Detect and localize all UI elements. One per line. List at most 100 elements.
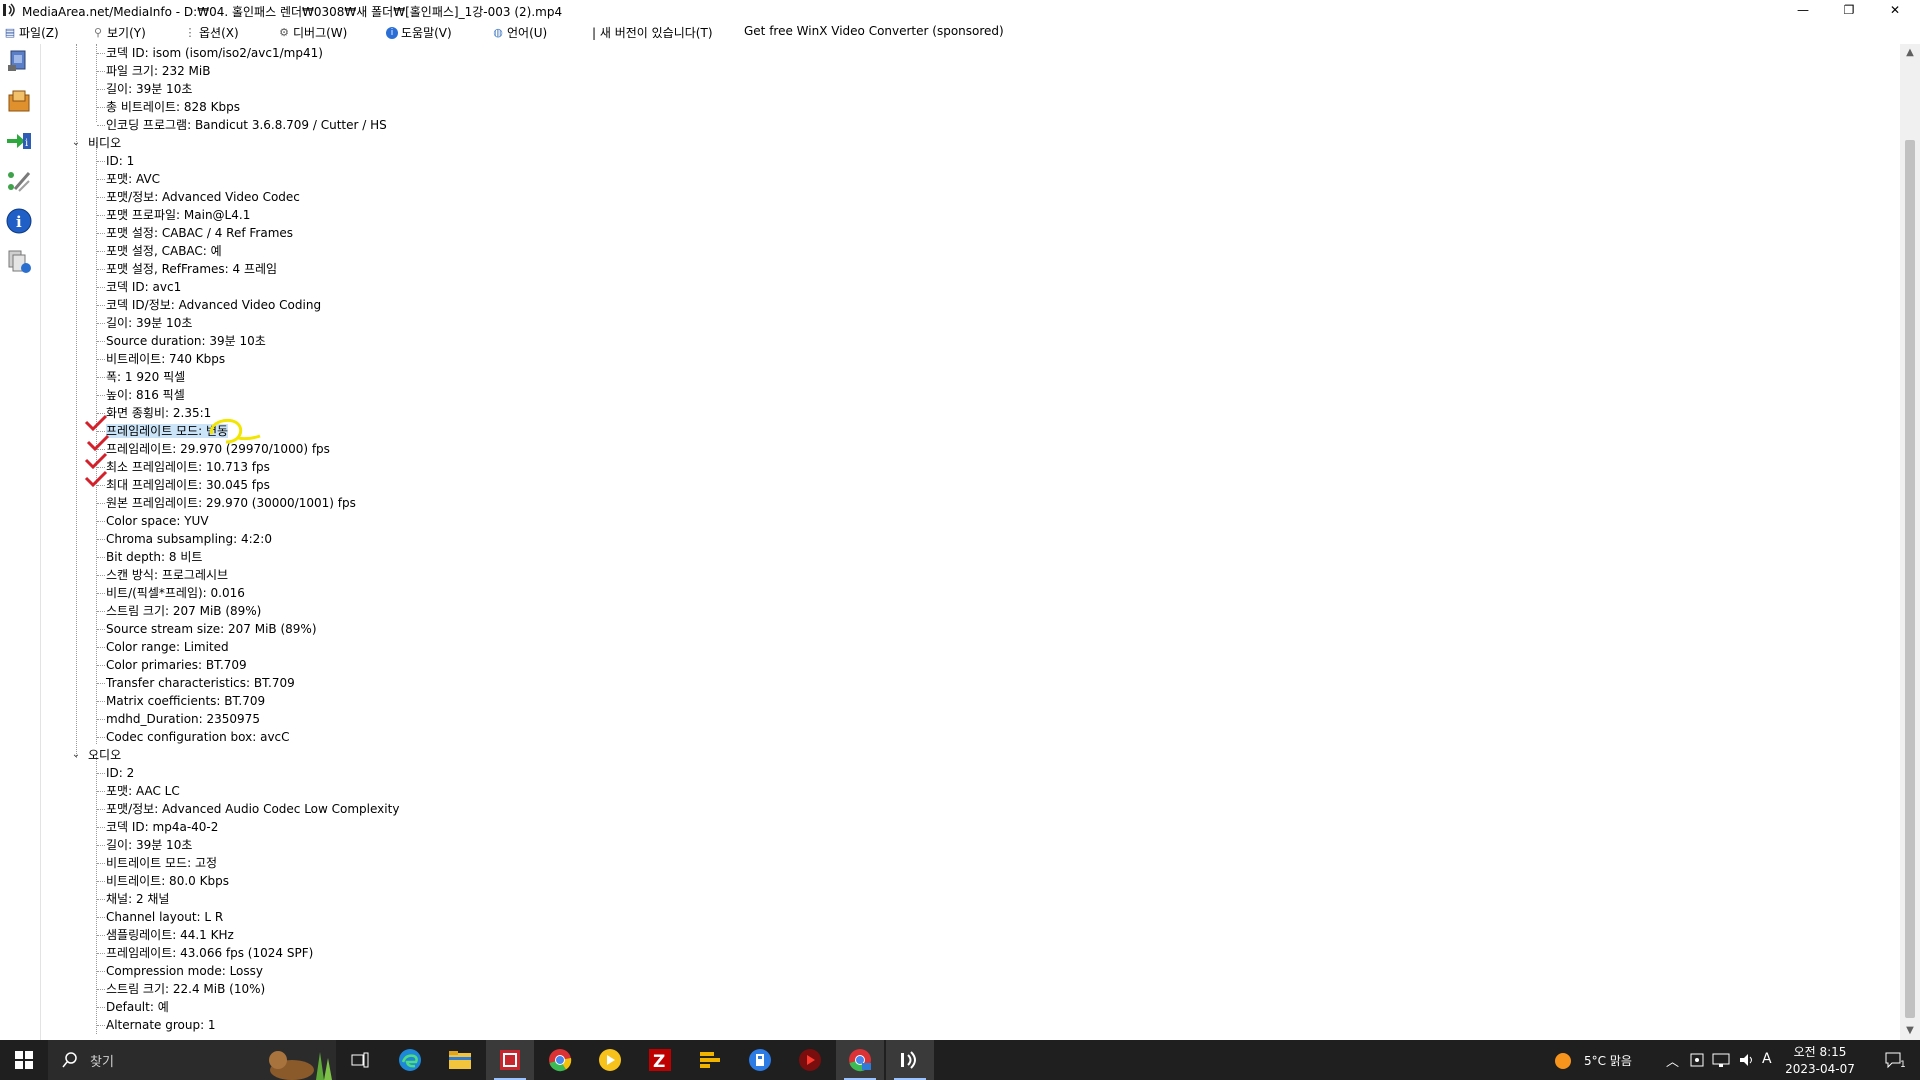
video-property-row[interactable]: Source stream size: 207 MiB (89%) <box>97 620 317 638</box>
input-language-indicator[interactable]: A <box>1762 1051 1772 1067</box>
audio-property-row[interactable]: Channel layout: L R <box>97 908 223 926</box>
open-file-tool[interactable] <box>4 46 34 76</box>
bandicut-icon <box>500 1050 520 1070</box>
video-property-row[interactable]: 코덱 ID/정보: Advanced Video Coding <box>97 296 321 314</box>
taskbar-search-box[interactable]: 찾기 <box>48 1040 336 1080</box>
audio-property-row[interactable]: Default: 예 <box>97 998 169 1016</box>
media-info-tree: 코덱 ID: isom (isom/iso2/avc1/mp41) 파일 크기:… <box>46 44 1896 1040</box>
newest-version-tool[interactable] <box>4 246 34 276</box>
video-property-row[interactable]: 원본 프레임레이트: 29.970 (30000/1001) fps <box>97 494 356 512</box>
menu-new-version[interactable]: | 새 버전이 있습니다(T) <box>592 24 713 41</box>
taskbar-chrome-profile[interactable] <box>836 1040 884 1080</box>
general-encoder-row[interactable]: 인코딩 프로그램: Bandicut 3.6.8.709 / Cutter / … <box>97 116 387 134</box>
close-button[interactable]: ✕ <box>1872 0 1918 20</box>
taskbar-filezilla[interactable]: Z <box>636 1040 684 1080</box>
export-info-tool[interactable]: i <box>4 126 34 156</box>
scroll-down-icon[interactable]: ▼ <box>1900 1022 1920 1040</box>
tree-guide-line <box>96 44 97 122</box>
audio-property-row[interactable]: 길이: 39분 10초 <box>97 836 192 854</box>
taskbar-potplayer[interactable] <box>586 1040 634 1080</box>
video-property-row[interactable]: 코덱 ID: avc1 <box>97 278 181 296</box>
taskbar-app-bars[interactable] <box>686 1040 734 1080</box>
weather-text[interactable]: 5°C 맑음 <box>1584 1052 1632 1069</box>
clock[interactable]: 오전 8:15 2023-04-07 <box>1784 1043 1856 1076</box>
video-property-row[interactable]: Matrix coefficients: BT.709 <box>97 692 265 710</box>
video-property-row[interactable]: 최소 프레임레이트: 10.713 fps <box>97 458 270 476</box>
notification-center-button[interactable]: 1 <box>1872 1040 1920 1080</box>
video-property-row[interactable]: 포맷 설정, RefFrames: 4 프레임 <box>97 260 277 278</box>
network-icon[interactable] <box>1712 1052 1730 1068</box>
audio-property-row[interactable]: 비트레이트: 80.0 Kbps <box>97 872 229 890</box>
video-property-row[interactable]: 비트/(픽셀*프레임): 0.016 <box>97 584 245 602</box>
taskbar-mediainfo[interactable] <box>886 1040 934 1080</box>
menu-file[interactable]: ▤ 파일(Z) <box>4 24 59 41</box>
volume-icon[interactable] <box>1738 1052 1756 1068</box>
video-property-row[interactable]: Codec configuration box: avcC <box>97 728 290 746</box>
audio-property-row[interactable]: 채널: 2 채널 <box>97 890 169 908</box>
ime-icon[interactable] <box>1690 1053 1704 1067</box>
video-property-row[interactable]: 비트레이트: 740 Kbps <box>97 350 225 368</box>
video-property-row[interactable]: 길이: 39분 10초 <box>97 314 192 332</box>
taskbar-app-blue[interactable] <box>736 1040 784 1080</box>
video-property-row[interactable]: ID: 1 <box>97 152 134 170</box>
menu-sponsored[interactable]: Get free WinX Video Converter (sponsored… <box>744 24 1004 38</box>
general-overall-bitrate-row[interactable]: 총 비트레이트: 828 Kbps <box>97 98 240 116</box>
video-property-row[interactable]: Bit depth: 8 비트 <box>97 548 202 566</box>
menu-view[interactable]: ⚲ 보기(Y) <box>92 24 146 41</box>
general-codec-id-row[interactable]: 코덱 ID: isom (isom/iso2/avc1/mp41) <box>97 44 323 62</box>
video-property-row[interactable]: 폭: 1 920 픽셀 <box>97 368 185 386</box>
video-property-row[interactable]: Source duration: 39분 10초 <box>97 332 266 350</box>
general-duration-row[interactable]: 길이: 39분 10초 <box>97 80 192 98</box>
minimize-button[interactable]: — <box>1780 0 1826 20</box>
scroll-up-icon[interactable]: ▲ <box>1900 44 1920 62</box>
audio-property-row[interactable]: ID: 2 <box>97 764 134 782</box>
taskbar-chrome[interactable] <box>536 1040 584 1080</box>
taskbar-bandicut[interactable] <box>486 1040 534 1080</box>
video-property-row[interactable]: Transfer characteristics: BT.709 <box>97 674 295 692</box>
video-property-row[interactable]: 포맷 설정: CABAC / 4 Ref Frames <box>97 224 293 242</box>
start-button[interactable] <box>0 1040 48 1080</box>
scrollbar-thumb[interactable] <box>1905 140 1915 1018</box>
preferences-tool[interactable] <box>4 166 34 196</box>
vertical-scrollbar[interactable]: ▲ ▼ <box>1900 44 1920 1040</box>
menu-language[interactable]: ◍ 언어(U) <box>492 24 547 41</box>
open-folder-tool[interactable] <box>4 86 34 116</box>
taskbar-edge[interactable] <box>386 1040 434 1080</box>
video-property-row[interactable]: 높이: 816 픽셀 <box>97 386 185 404</box>
menu-debug[interactable]: ⚙ 디버그(W) <box>278 24 347 41</box>
maximize-button[interactable]: ❐ <box>1826 0 1872 20</box>
weather-sun-icon[interactable] <box>1554 1052 1572 1070</box>
collapse-chevron-icon[interactable]: ⌄ <box>70 134 82 152</box>
menu-options[interactable]: ⋮ 옵션(X) <box>184 24 239 41</box>
audio-property-row[interactable]: 포맷: AAC LC <box>97 782 180 800</box>
taskbar-media-player[interactable] <box>786 1040 834 1080</box>
menu-help[interactable]: i 도움말(V) <box>386 24 452 41</box>
video-property-row[interactable]: 포맷 설정, CABAC: 예 <box>97 242 222 260</box>
video-property-row[interactable]: 최대 프레임레이트: 30.045 fps <box>97 476 270 494</box>
video-property-row[interactable]: 스캔 방식: 프로그레시브 <box>97 566 228 584</box>
video-property-row[interactable]: Color space: YUV <box>97 512 209 530</box>
video-property-row[interactable]: Color primaries: BT.709 <box>97 656 247 674</box>
video-property-row[interactable]: 포맷/정보: Advanced Video Codec <box>97 188 300 206</box>
task-view-button[interactable] <box>336 1040 384 1080</box>
general-file-size-row[interactable]: 파일 크기: 232 MiB <box>97 62 210 80</box>
audio-property-row[interactable]: Alternate group: 1 <box>97 1016 216 1034</box>
collapse-chevron-icon[interactable]: ⌄ <box>70 746 82 764</box>
video-property-row[interactable]: 포맷 프로파일: Main@L4.1 <box>97 206 250 224</box>
video-property-row[interactable]: mdhd_Duration: 2350975 <box>97 710 260 728</box>
video-property-row[interactable]: 화면 종횡비: 2.35:1 <box>97 404 211 422</box>
video-property-row[interactable]: 스트림 크기: 207 MiB (89%) <box>97 602 261 620</box>
audio-property-row[interactable]: 프레임레이트: 43.066 fps (1024 SPF) <box>97 944 313 962</box>
audio-property-row[interactable]: 포맷/정보: Advanced Audio Codec Low Complexi… <box>97 800 399 818</box>
audio-property-row[interactable]: 샘플링레이트: 44.1 KHz <box>97 926 234 944</box>
video-property-row[interactable]: 포맷: AVC <box>97 170 160 188</box>
video-property-row[interactable]: Color range: Limited <box>97 638 229 656</box>
about-tool[interactable]: i <box>4 206 34 236</box>
video-property-row[interactable]: Chroma subsampling: 4:2:0 <box>97 530 272 548</box>
chevron-up-icon[interactable]: ︿ <box>1666 1051 1679 1070</box>
audio-property-row[interactable]: 코덱 ID: mp4a-40-2 <box>97 818 218 836</box>
taskbar-file-explorer[interactable] <box>436 1040 484 1080</box>
audio-property-row[interactable]: Compression mode: Lossy <box>97 962 263 980</box>
audio-property-row[interactable]: 비트레이트 모드: 고정 <box>97 854 217 872</box>
audio-property-row[interactable]: 스트림 크기: 22.4 MiB (10%) <box>97 980 265 998</box>
